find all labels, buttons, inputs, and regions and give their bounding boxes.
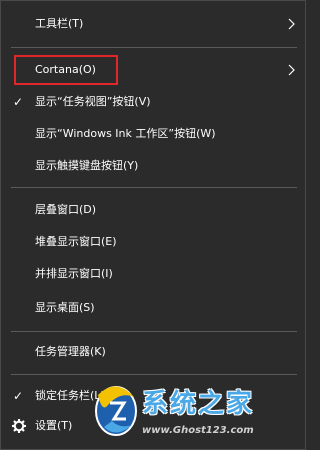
menu-item-label: 显示桌面(S): [35, 301, 95, 314]
chevron-right-icon: [288, 64, 295, 76]
menu-item-label: 任务管理器(K): [35, 345, 106, 358]
watermark-url: www.Ghost123.com: [142, 425, 254, 436]
menu-item-label: 显示“Windows Ink 工作区”按钮(W): [35, 127, 216, 140]
gear-icon: [12, 419, 26, 433]
menu-item-side-by-side-windows[interactable]: 并排显示窗口(I): [1, 257, 305, 291]
checkmark-icon: ✓: [13, 389, 24, 403]
highlight-box: [14, 55, 118, 85]
menu-item-task-manager[interactable]: 任务管理器(K): [1, 335, 305, 369]
menu-item-label: 堆叠显示窗口(E): [35, 235, 117, 248]
checkmark-icon: ✓: [13, 95, 24, 109]
menu-item-label: 层叠窗口(D): [35, 203, 97, 216]
menu-item-task-view-button[interactable]: ✓ 显示“任务视图”按钮(V): [1, 85, 305, 119]
watermark: 系统之家 www.Ghost123.com: [90, 365, 306, 450]
watermark-logo-icon: [95, 386, 137, 436]
menu-item-label: 显示“任务视图”按钮(V): [35, 95, 151, 108]
menu-separator: [11, 47, 297, 48]
menu-item-label: 设置(T): [35, 419, 73, 432]
menu-item-show-desktop[interactable]: 显示桌面(S): [1, 291, 305, 325]
menu-item-stack-windows[interactable]: 堆叠显示窗口(E): [1, 225, 305, 259]
menu-item-label: 显示触摸键盘按钮(Y): [35, 159, 139, 172]
menu-separator: [11, 187, 297, 188]
menu-item-cascade-windows[interactable]: 层叠窗口(D): [1, 193, 305, 227]
menu-item-windows-ink-button[interactable]: 显示“Windows Ink 工作区”按钮(W): [1, 117, 305, 151]
chevron-right-icon: [288, 18, 295, 30]
watermark-title: 系统之家: [142, 389, 255, 419]
menu-item-touch-keyboard-button[interactable]: 显示触摸键盘按钮(Y): [1, 149, 305, 183]
menu-item-label: 并排显示窗口(I): [35, 267, 113, 280]
menu-item-label: 工具栏(T): [35, 17, 84, 30]
menu-separator: [11, 331, 297, 332]
menu-item-toolbars[interactable]: 工具栏(T): [1, 7, 305, 41]
